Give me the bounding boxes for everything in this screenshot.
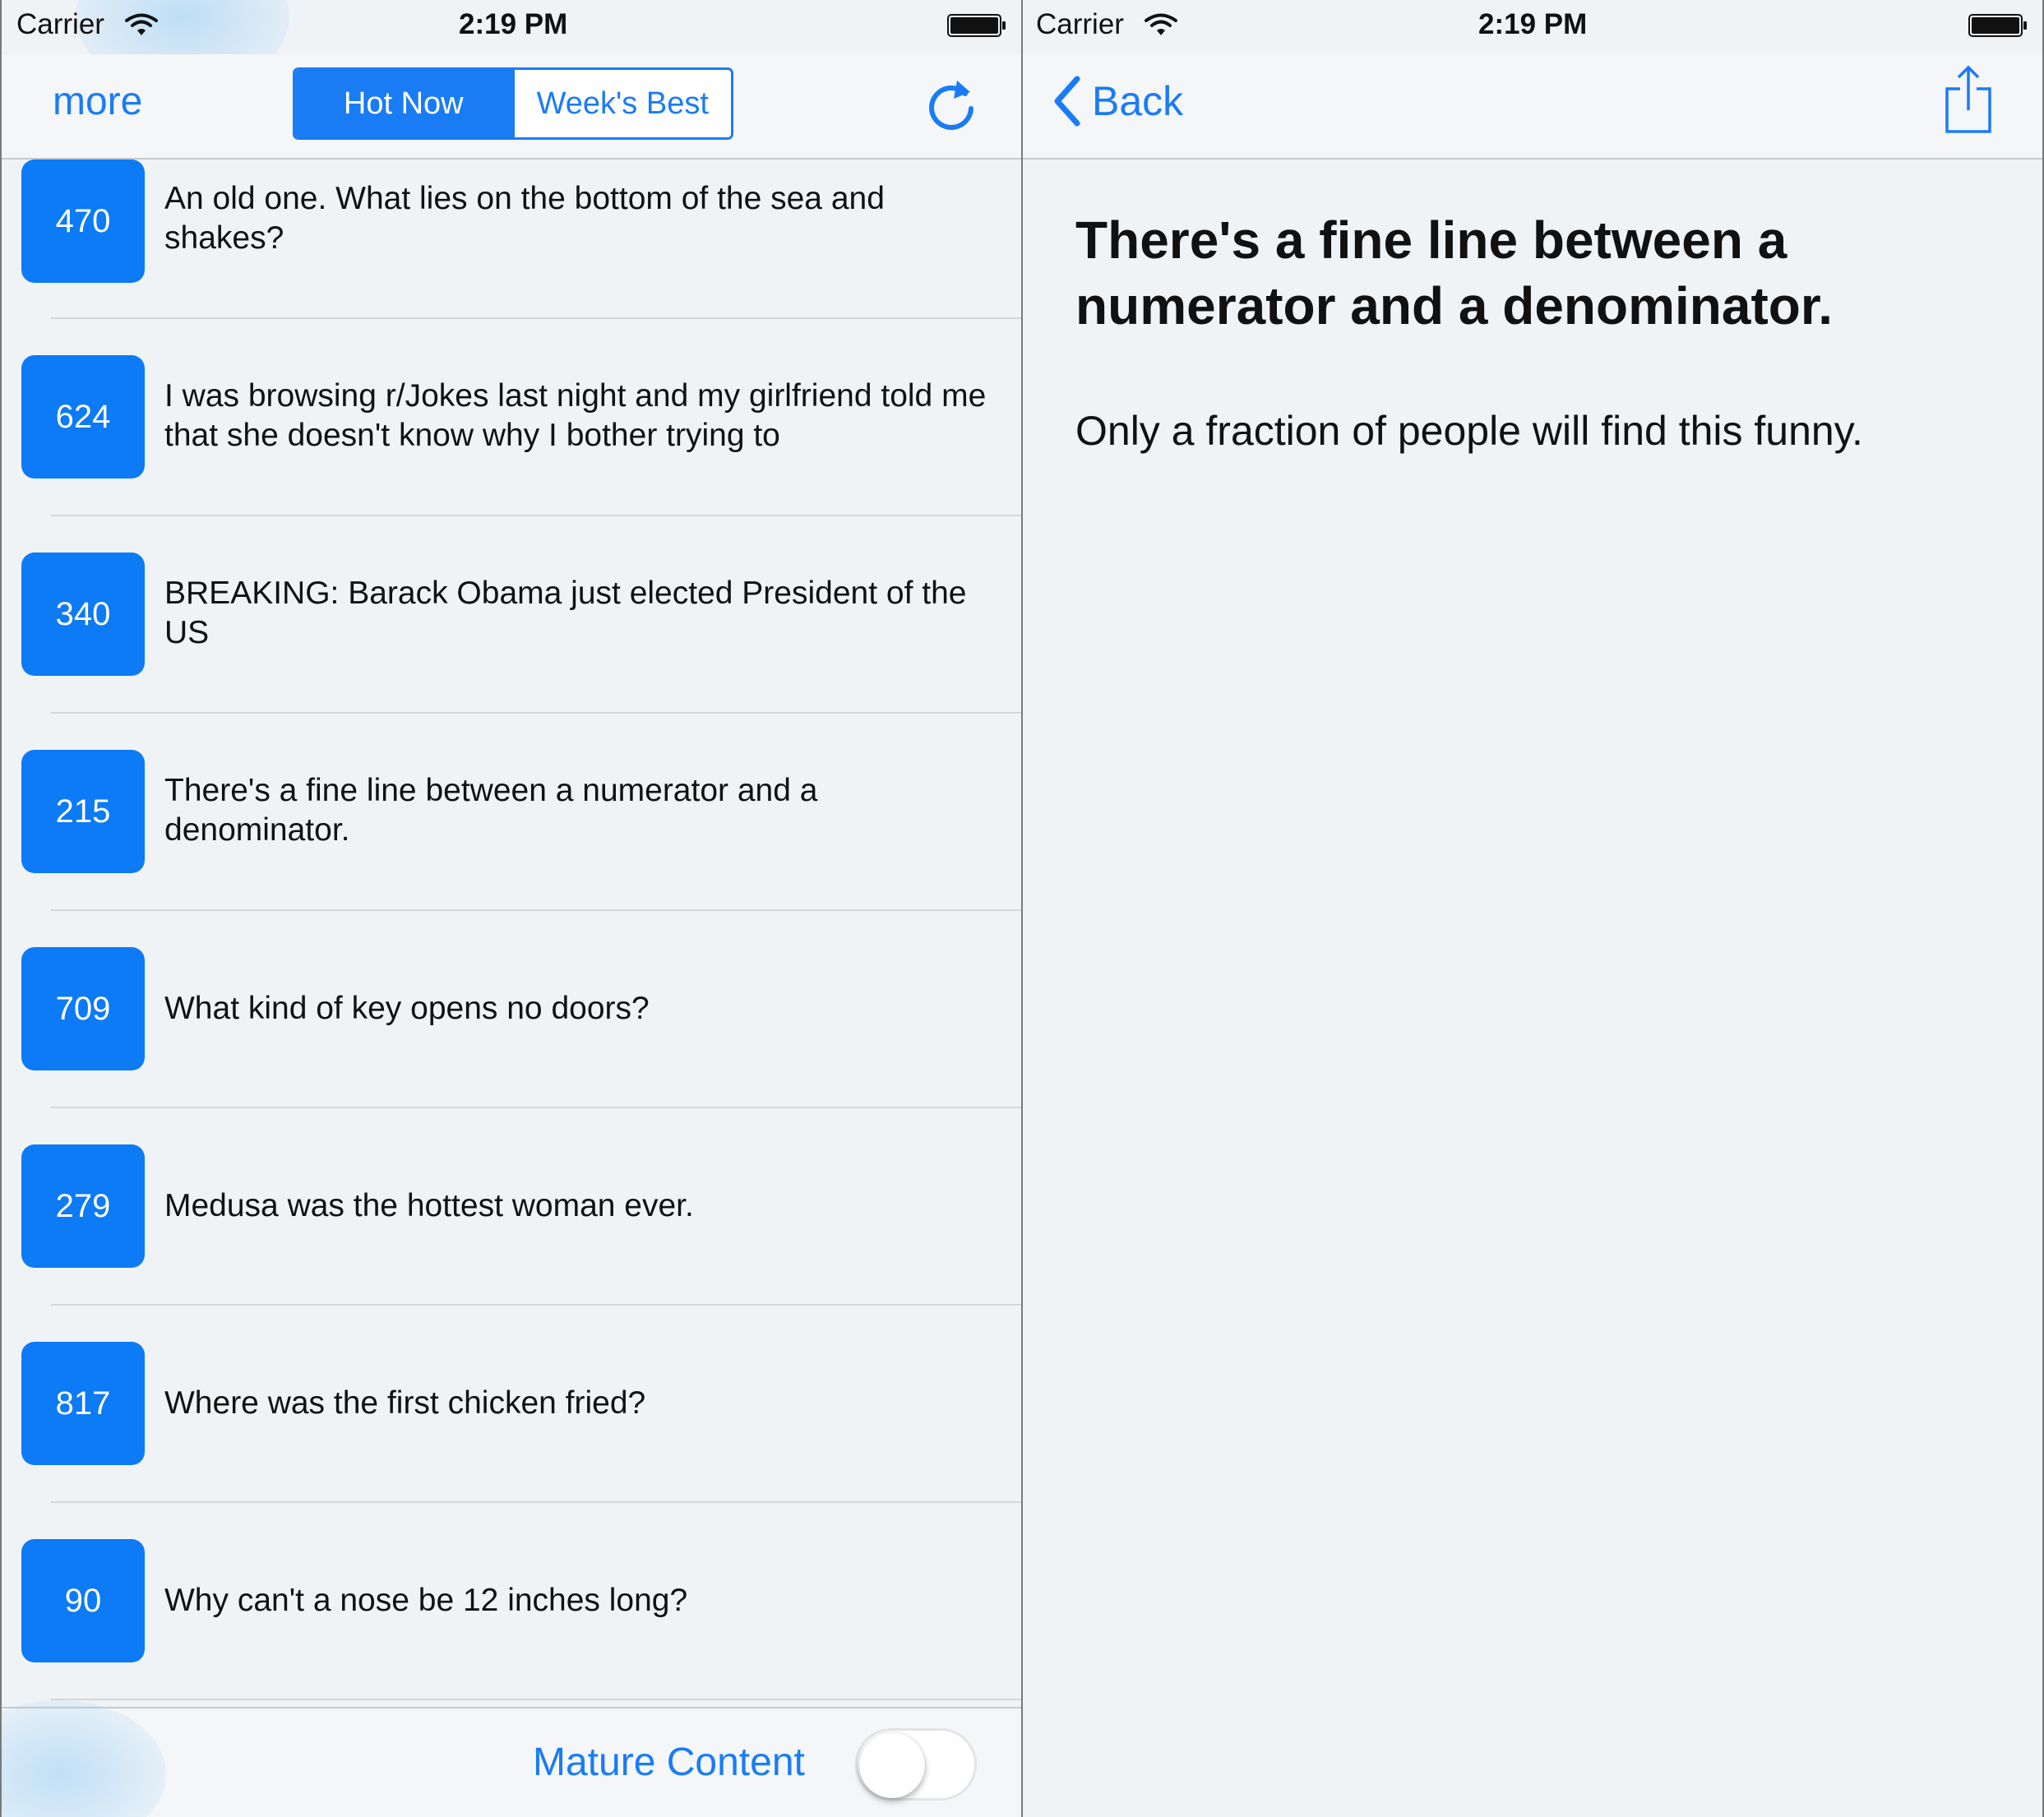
back-button[interactable]: Back: [1049, 74, 1183, 128]
list-item[interactable]: 340 BREAKING: Barack Obama just elected …: [2, 516, 1021, 714]
feed-segmented-control[interactable]: Hot Now Week's Best: [293, 67, 733, 140]
joke-preview: Medusa was the hottest woman ever.: [164, 1188, 694, 1223]
joke-preview: What kind of key opens no doors?: [164, 991, 650, 1026]
carrier-label: Carrier: [1036, 8, 1124, 40]
score-badge: 817: [21, 1342, 145, 1465]
score-badge: 624: [21, 355, 145, 479]
score-badge: 279: [21, 1144, 145, 1268]
list-item[interactable]: 215 There's a fine line between a numera…: [2, 714, 1021, 911]
carrier-label: Carrier: [16, 8, 104, 40]
joke-preview: There's a fine line between a numerator …: [164, 773, 818, 848]
segment-weeks-best[interactable]: Week's Best: [511, 70, 731, 137]
list-item[interactable]: 624 I was browsing r/Jokes last night an…: [2, 319, 1021, 516]
toolbar-glow: [2, 1700, 166, 1817]
joke-detail-screen: Carrier 2:19 PM Back There's a fine line…: [1021, 0, 2044, 1817]
chevron-left-icon: [1054, 76, 1080, 127]
joke-preview: BREAKING: Barack Obama just elected Pres…: [164, 576, 967, 650]
list-item[interactable]: 279 Medusa was the hottest woman ever.: [2, 1108, 1021, 1306]
clock: 2:19 PM: [1478, 8, 1588, 40]
list-item[interactable]: 470 An old one. What lies on the bottom …: [2, 160, 1021, 319]
joke-title: There's a fine line between a numerator …: [1075, 210, 1834, 335]
status-bar: Carrier 2:19 PM: [1023, 0, 2042, 54]
score-badge: 470: [21, 160, 145, 283]
joke-preview: Why can't a nose be 12 inches long?: [164, 1583, 688, 1618]
back-label: Back: [1092, 78, 1184, 124]
share-icon[interactable]: [1944, 64, 1993, 135]
wifi-icon: [125, 13, 158, 35]
list-nav-bar: more Hot Now Week's Best: [2, 54, 1021, 160]
refresh-icon[interactable]: [924, 76, 978, 135]
joke-preview: An old one. What lies on the bottom of t…: [164, 181, 885, 256]
battery-icon: [1968, 14, 2027, 37]
row-divider: [51, 1699, 1021, 1700]
joke-list-screen: Carrier 2:19 PM more Hot Now Week's Best…: [0, 0, 1021, 1817]
score-badge: 709: [21, 947, 145, 1070]
mature-content-label: Mature Content: [533, 1741, 805, 1784]
score-badge: 215: [21, 750, 145, 873]
joke-punchline: Only a fraction of people will find this…: [1075, 408, 1863, 454]
score-badge: 90: [21, 1539, 145, 1662]
list-item[interactable]: 817 Where was the first chicken fried?: [2, 1306, 1021, 1503]
status-bar: Carrier 2:19 PM: [2, 0, 1021, 54]
mature-content-toggle[interactable]: [855, 1728, 977, 1801]
joke-preview: Where was the first chicken fried?: [164, 1385, 646, 1421]
wifi-icon: [1145, 13, 1177, 35]
more-button[interactable]: more: [53, 79, 142, 124]
segment-hot-now[interactable]: Hot Now: [295, 70, 512, 137]
detail-nav-bar: Back: [1023, 54, 2042, 160]
bottom-toolbar: Mature Content: [2, 1700, 1021, 1817]
toggle-knob: [859, 1732, 925, 1798]
clock: 2:19 PM: [459, 8, 568, 40]
list-item[interactable]: 90 Why can't a nose be 12 inches long?: [2, 1503, 1021, 1700]
list-item[interactable]: 709 What kind of key opens no doors?: [2, 911, 1021, 1108]
score-badge: 340: [21, 552, 145, 676]
joke-list: 470 An old one. What lies on the bottom …: [2, 160, 1021, 1707]
joke-preview: I was browsing r/Jokes last night and my…: [164, 378, 987, 453]
battery-icon: [947, 14, 1006, 37]
